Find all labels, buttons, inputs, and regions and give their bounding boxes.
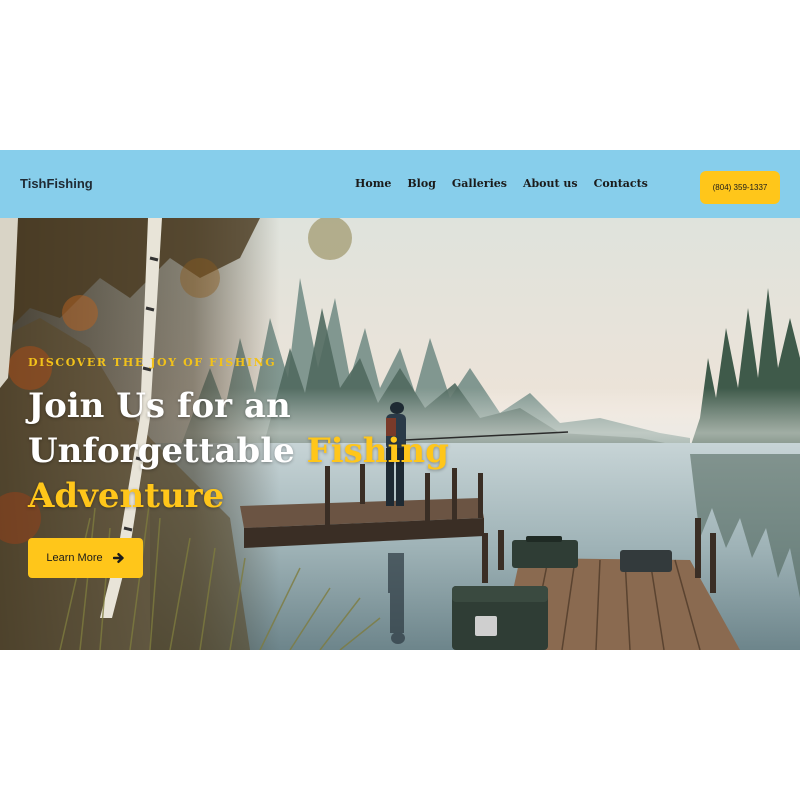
hero-headline-main: Join Us for an Unforgettable <box>28 386 307 471</box>
nav-link-galleries[interactable]: Galleries <box>452 177 507 190</box>
nav-link-blog[interactable]: Blog <box>407 177 436 190</box>
site-header: TishFishing Home Blog Galleries About us… <box>0 150 800 218</box>
nav-link-contacts[interactable]: Contacts <box>594 177 648 190</box>
learn-more-label: Learn More <box>46 552 103 564</box>
arrow-right-icon <box>112 553 124 563</box>
hero-headline: Join Us for an Unforgettable Fishing Adv… <box>28 384 458 519</box>
hero-eyebrow: DISCOVER THE JOY OF FISHING <box>28 356 277 369</box>
hero-section: DISCOVER THE JOY OF FISHING Join Us for … <box>0 218 800 650</box>
landing-page: TishFishing Home Blog Galleries About us… <box>0 150 800 650</box>
main-nav: Home Blog Galleries About us Contacts <box>355 177 648 190</box>
site-logo[interactable]: TishFishing <box>20 176 93 191</box>
nav-link-about[interactable]: About us <box>523 177 578 190</box>
phone-button[interactable]: (804) 359-1337 <box>700 171 780 204</box>
nav-link-home[interactable]: Home <box>355 177 391 190</box>
learn-more-button[interactable]: Learn More <box>28 538 143 578</box>
